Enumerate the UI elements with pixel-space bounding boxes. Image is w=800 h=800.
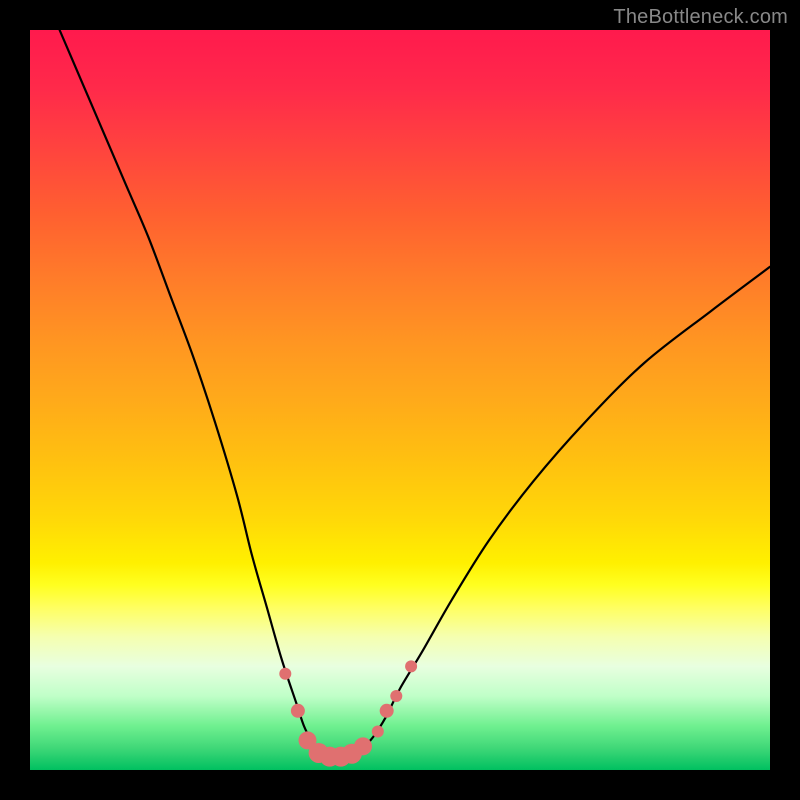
highlight-point: [279, 668, 291, 680]
highlight-point: [380, 704, 394, 718]
chart-svg: [30, 30, 770, 770]
highlight-point: [291, 704, 305, 718]
highlight-point: [390, 690, 402, 702]
chart-canvas: [30, 30, 770, 770]
highlight-point: [372, 726, 384, 738]
highlight-point: [405, 660, 417, 672]
highlight-markers: [279, 660, 417, 766]
bottleneck-curve: [60, 30, 770, 756]
watermark-text: TheBottleneck.com: [613, 6, 788, 29]
highlight-point: [354, 737, 372, 755]
